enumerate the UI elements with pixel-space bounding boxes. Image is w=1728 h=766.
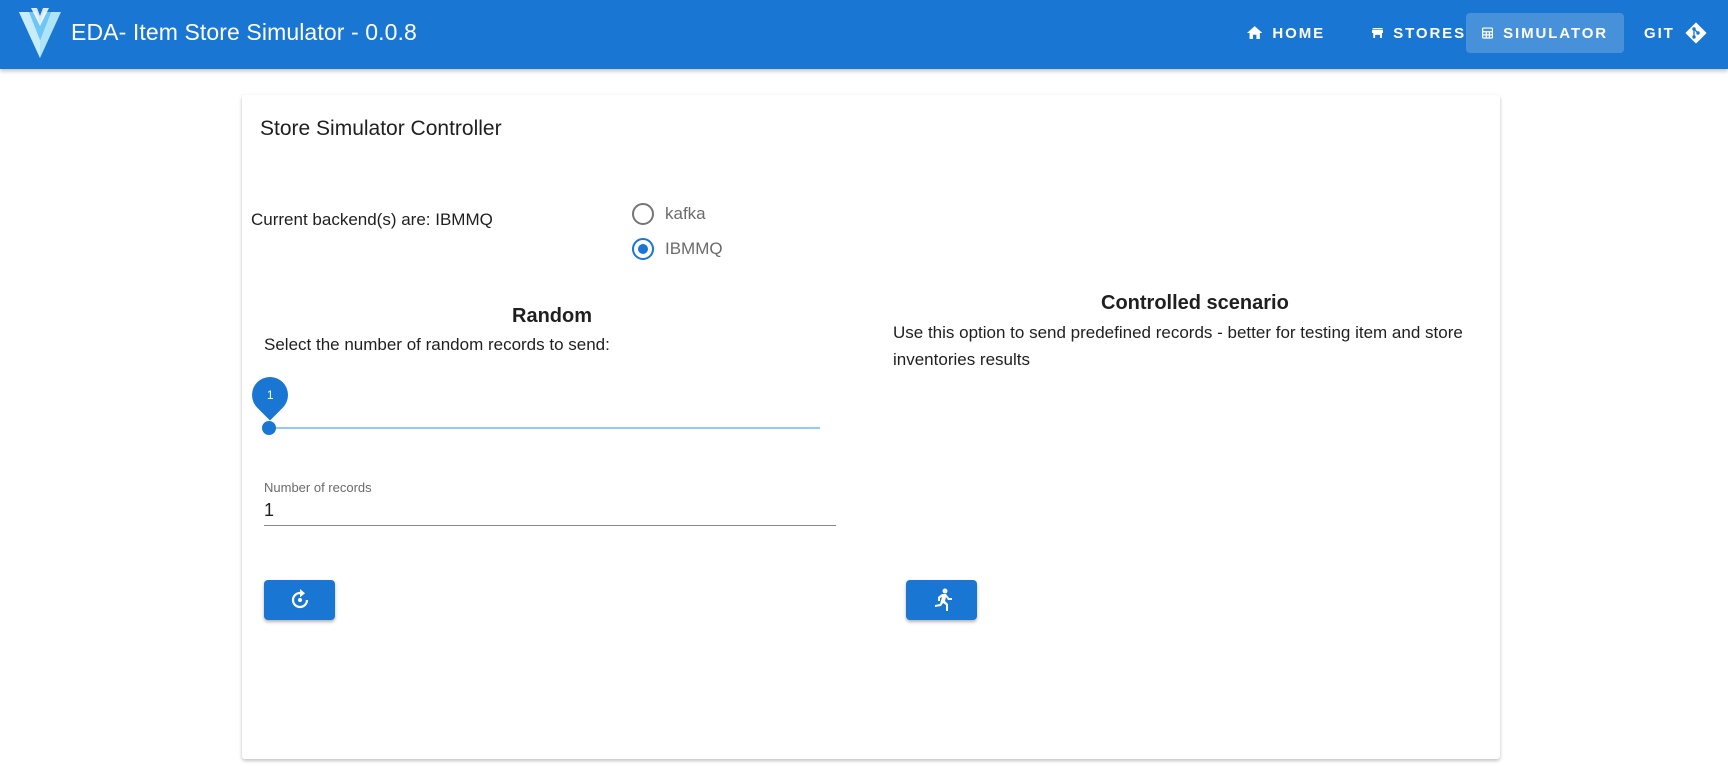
backend-radio-label: IBMMQ xyxy=(665,239,723,258)
radio-unchecked-icon xyxy=(632,203,654,225)
controlled-heading: Controlled scenario xyxy=(1101,292,1289,314)
number-of-records-input[interactable] xyxy=(264,497,836,523)
table-grid-icon xyxy=(1482,27,1494,39)
run-icon xyxy=(934,588,952,611)
simulator-card: Store Simulator Controller Current backe… xyxy=(242,95,1500,759)
current-backend-text: Current backend(s) are: IBMMQ xyxy=(251,210,493,229)
nav-git-button[interactable]: GIT xyxy=(1636,13,1722,53)
app-title: EDA- Item Store Simulator - 0.0.8 xyxy=(71,19,417,45)
nav-home-label: HOME xyxy=(1272,24,1325,42)
nav-simulator-button[interactable]: SIMULATOR xyxy=(1466,13,1624,53)
restart-icon xyxy=(291,589,308,609)
number-of-records-field: Number of records xyxy=(264,480,836,526)
home-icon xyxy=(1247,26,1263,39)
backend-radio-kafka[interactable]: kafka xyxy=(632,200,706,228)
nav-home-button[interactable]: HOME xyxy=(1231,13,1341,53)
number-of-records-label: Number of records xyxy=(264,480,372,495)
card-title: Store Simulator Controller xyxy=(260,117,502,140)
store-icon xyxy=(1372,28,1384,38)
nav-simulator-label: SIMULATOR xyxy=(1503,24,1608,42)
app-bar: EDA- Item Store Simulator - 0.0.8 HOME S… xyxy=(0,0,1728,69)
nav-stores-label: STORES xyxy=(1393,24,1466,42)
records-slider[interactable]: 1 xyxy=(244,369,820,437)
backend-radio-label: kafka xyxy=(665,204,706,223)
slider-value: 1 xyxy=(266,388,274,402)
slider-value-label: 1 xyxy=(244,369,296,421)
backend-radio-ibmmq[interactable]: IBMMQ xyxy=(632,235,723,263)
radio-checked-icon xyxy=(632,238,654,260)
random-description: Select the number of random records to s… xyxy=(264,335,610,354)
slider-thumb[interactable] xyxy=(262,421,276,435)
slider-track[interactable] xyxy=(268,427,820,429)
random-heading: Random xyxy=(512,305,592,327)
send-random-button[interactable] xyxy=(264,580,335,620)
controlled-description: Use this option to send predefined recor… xyxy=(893,323,1463,369)
nav-git-label: GIT xyxy=(1644,24,1675,42)
vuetify-logo xyxy=(19,8,61,58)
git-icon xyxy=(1685,22,1707,44)
nav-stores-button[interactable]: STORES xyxy=(1356,13,1482,53)
run-scenario-button[interactable] xyxy=(906,580,977,620)
